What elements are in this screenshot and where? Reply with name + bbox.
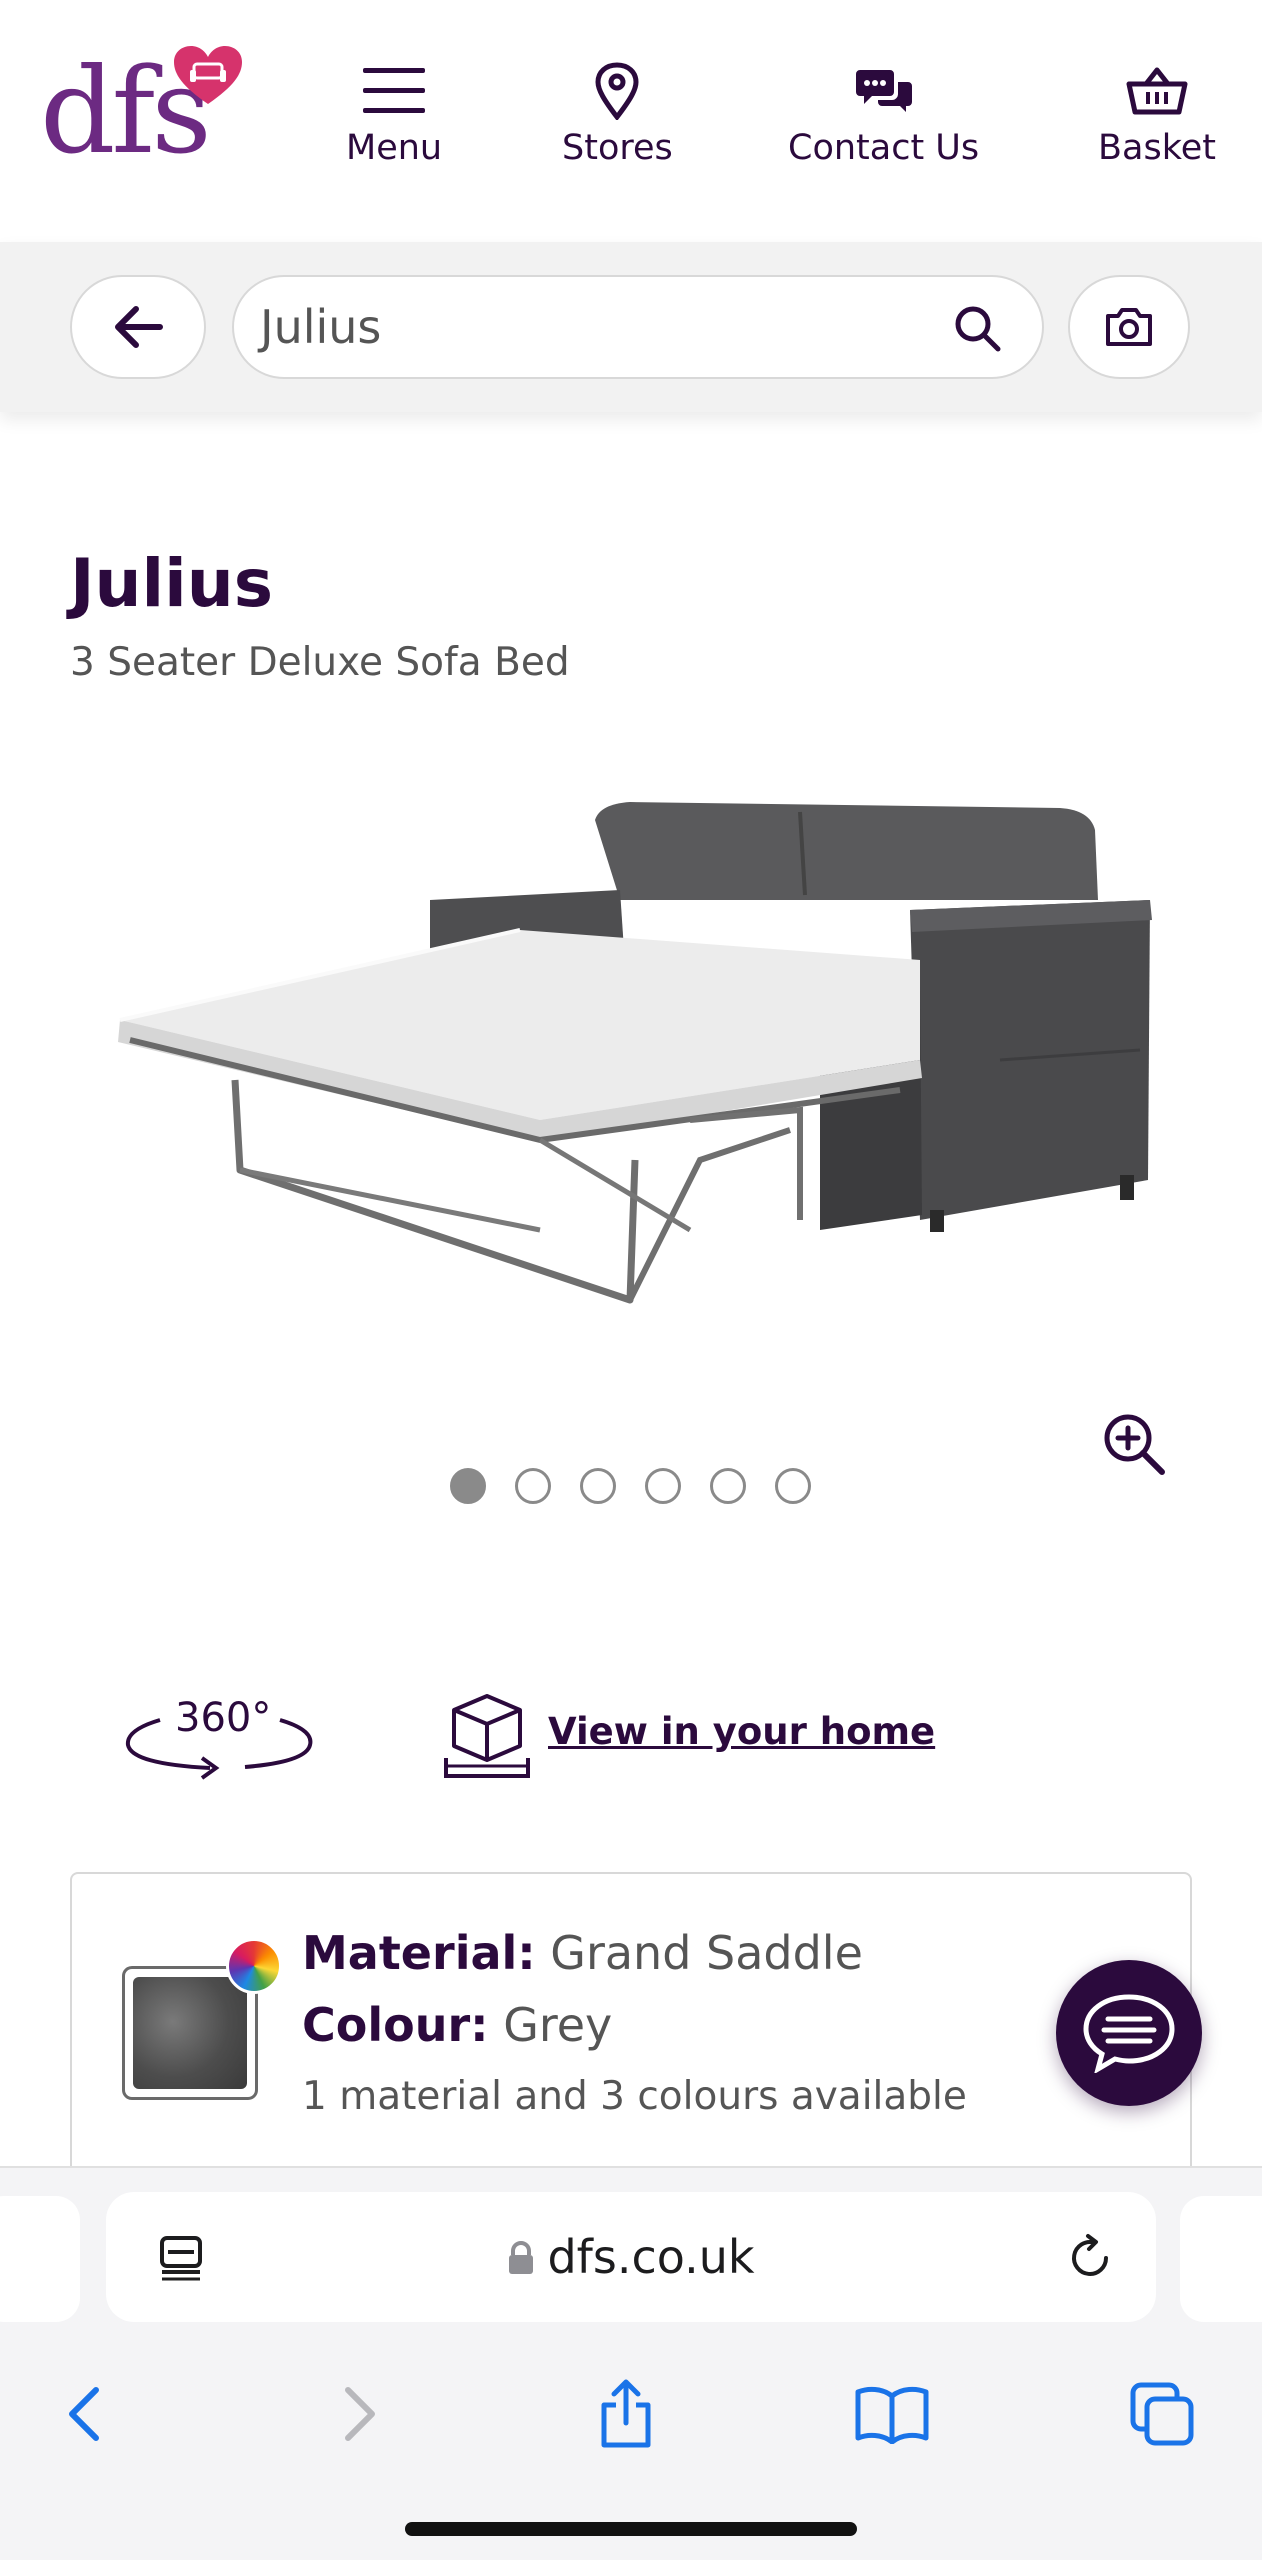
- carousel-dot[interactable]: [645, 1468, 681, 1504]
- share-icon: [601, 2379, 651, 2448]
- forward-icon: [345, 2387, 375, 2441]
- url-text: dfs.co.uk: [547, 2230, 755, 2284]
- nav-label: Contact Us: [788, 128, 980, 168]
- nav-contact-us[interactable]: Contact Us: [788, 60, 979, 180]
- previous-tab-preview[interactable]: [0, 2196, 80, 2322]
- material-value: Grand Saddle: [550, 1926, 863, 1980]
- carousel-dot[interactable]: [515, 1468, 551, 1504]
- site-header: dfs Menu Stores Contact Us Basket: [0, 0, 1262, 242]
- basket-icon: [1126, 67, 1188, 115]
- back-arrow-icon: [115, 306, 163, 348]
- reload-icon[interactable]: [1064, 2232, 1116, 2284]
- product-subtitle: 3 Seater Deluxe Sofa Bed: [70, 640, 570, 685]
- availability-text: 1 material and 3 colours available: [302, 2074, 967, 2119]
- view-360-label: 360°: [175, 1695, 272, 1741]
- nav-menu[interactable]: Menu: [346, 60, 442, 180]
- address-bar[interactable]: dfs.co.uk: [106, 2192, 1156, 2322]
- nav-label: Stores: [562, 128, 673, 168]
- colour-label: Colour:: [302, 1998, 489, 2052]
- ar-cube-icon: [444, 1694, 530, 1778]
- search-input[interactable]: Julius: [232, 275, 1044, 379]
- lock-icon: [509, 2241, 534, 2274]
- material-line: Material: Grand Saddle: [302, 1926, 863, 1980]
- zoom-icon[interactable]: [1100, 1410, 1166, 1476]
- carousel-dot[interactable]: [580, 1468, 616, 1504]
- heart-sofa-icon: [174, 46, 242, 104]
- bookmarks-icon: [855, 2386, 929, 2444]
- carousel-dot[interactable]: [710, 1468, 746, 1504]
- chat-bubbles-icon: [855, 70, 912, 112]
- menu-icon: [363, 68, 426, 113]
- url-display[interactable]: dfs.co.uk: [106, 2192, 1156, 2322]
- search-icon[interactable]: [952, 303, 1002, 353]
- view-360-button[interactable]: 360°: [120, 1690, 320, 1780]
- product-title: Julius: [70, 545, 274, 622]
- camera-icon: [1106, 308, 1152, 346]
- nav-basket[interactable]: Basket: [1098, 60, 1216, 180]
- chat-bubble-icon: [1083, 1994, 1175, 2073]
- home-indicator: [405, 2522, 857, 2536]
- live-chat-button[interactable]: [1056, 1960, 1202, 2106]
- colour-value: Grey: [503, 1998, 613, 2052]
- back-icon: [69, 2387, 99, 2441]
- back-button[interactable]: [70, 275, 206, 379]
- bookmarks-button[interactable]: [852, 2374, 932, 2454]
- image-carousel-dots: [450, 1468, 811, 1504]
- browser-back-button[interactable]: [44, 2374, 124, 2454]
- colour-line: Colour: Grey: [302, 1998, 612, 2052]
- browser-forward-button[interactable]: [320, 2374, 400, 2454]
- grey-swatch: [133, 1977, 247, 2089]
- carousel-dot[interactable]: [775, 1468, 811, 1504]
- tabs-icon: [1130, 2382, 1194, 2446]
- carousel-dot[interactable]: [450, 1468, 486, 1504]
- nav-label: Menu: [346, 128, 443, 168]
- search-value: Julius: [260, 300, 382, 354]
- dfs-logo[interactable]: dfs: [40, 44, 250, 179]
- tabs-button[interactable]: [1122, 2374, 1202, 2454]
- search-band: Julius: [0, 242, 1262, 412]
- nav-stores[interactable]: Stores: [562, 60, 673, 180]
- next-tab-preview[interactable]: [1180, 2196, 1262, 2322]
- product-image[interactable]: [100, 760, 1180, 1330]
- colour-wheel-icon: [226, 1938, 282, 1994]
- share-button[interactable]: [586, 2374, 666, 2454]
- nav-label: Basket: [1098, 128, 1216, 168]
- camera-search-button[interactable]: [1068, 275, 1190, 379]
- browser-bottom-toolbar: [0, 2354, 1262, 2464]
- browser-toolbar: dfs.co.uk: [0, 2166, 1262, 2560]
- material-selector-card[interactable]: Material: Grand Saddle Colour: Grey 1 ma…: [70, 1872, 1192, 2172]
- material-label: Material:: [302, 1926, 536, 1980]
- location-pin-icon: [595, 62, 639, 120]
- view-in-your-home-link[interactable]: View in your home: [548, 1710, 935, 1753]
